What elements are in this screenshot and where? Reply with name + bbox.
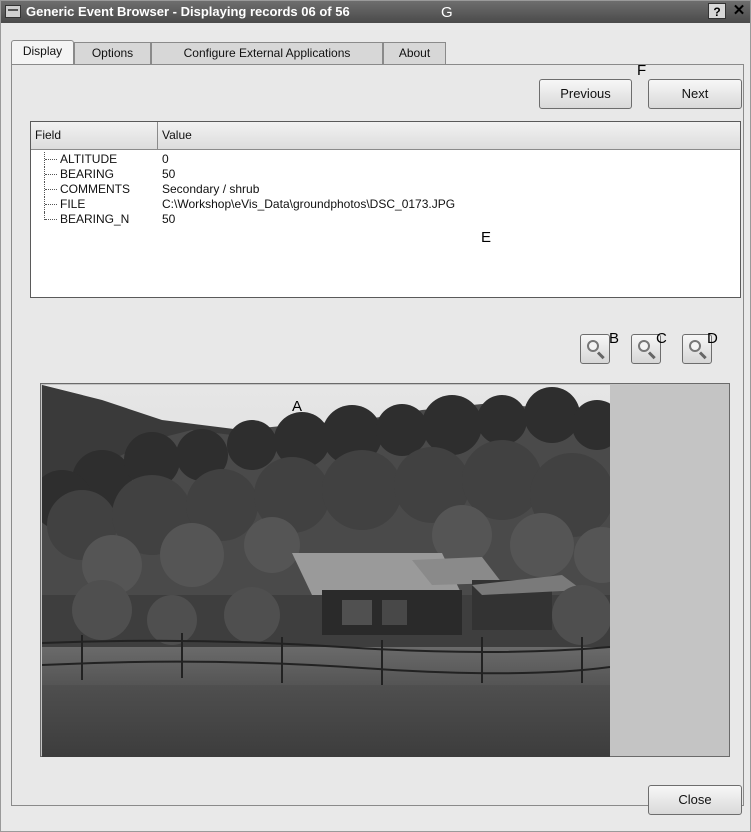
field-name: FILE	[60, 197, 86, 211]
window-title: Generic Event Browser - Displaying recor…	[26, 4, 350, 19]
next-button[interactable]: Next	[648, 79, 742, 109]
previous-button[interactable]: Previous	[539, 79, 632, 109]
zoom-full-icon	[689, 340, 701, 352]
app-icon	[5, 5, 21, 18]
tab-display[interactable]: Display	[11, 40, 74, 64]
image-viewer[interactable]	[40, 383, 730, 757]
column-header-field[interactable]: Field	[31, 122, 158, 149]
field-value: 50	[162, 167, 176, 181]
zoom-out-icon	[638, 340, 650, 352]
table-header: Field Value	[31, 122, 740, 150]
field-name: BEARING	[60, 167, 115, 181]
callout-b: B	[609, 330, 620, 347]
table-row[interactable]: ALTITUDE 0	[31, 152, 731, 167]
zoom-in-button[interactable]	[580, 334, 610, 364]
landscape-photo	[42, 385, 610, 757]
field-value: 0	[162, 152, 169, 166]
callout-f: F	[637, 62, 647, 79]
table-row[interactable]: COMMENTS Secondary / shrub	[31, 182, 731, 197]
callout-g: G	[441, 4, 453, 21]
event-photo[interactable]	[42, 385, 610, 757]
field-name: ALTITUDE	[60, 152, 118, 166]
callout-a: A	[292, 398, 303, 415]
close-button[interactable]: Close	[648, 785, 742, 815]
title-bar[interactable]: Generic Event Browser - Displaying recor…	[1, 1, 750, 23]
table-row[interactable]: BEARING 50	[31, 167, 731, 182]
table-row[interactable]: FILE C:\Workshop\eVis_Data\groundphotos\…	[31, 197, 731, 212]
field-value: 50	[162, 212, 176, 226]
close-icon[interactable]: ✕	[730, 2, 748, 20]
attribute-table[interactable]: Field Value ALTITUDE 0 BEARING 50 COMMEN…	[30, 121, 741, 298]
callout-e: E	[481, 229, 492, 246]
field-name: COMMENTS	[60, 182, 130, 196]
callout-d: D	[707, 330, 718, 347]
help-button[interactable]: ?	[708, 3, 726, 19]
column-header-value[interactable]: Value	[158, 122, 740, 149]
table-row[interactable]: BEARING_N 50	[31, 212, 731, 227]
event-browser-window: Generic Event Browser - Displaying recor…	[0, 0, 751, 832]
tab-configure-external-applications[interactable]: Configure External Applications	[151, 42, 383, 64]
field-name: BEARING_N	[60, 212, 130, 226]
zoom-in-icon	[587, 340, 599, 352]
field-value: Secondary / shrub	[162, 182, 260, 196]
tab-about[interactable]: About	[383, 42, 446, 64]
tab-options[interactable]: Options	[74, 42, 151, 64]
field-value: C:\Workshop\eVis_Data\groundphotos\DSC_0…	[162, 197, 456, 211]
callout-c: C	[656, 330, 667, 347]
